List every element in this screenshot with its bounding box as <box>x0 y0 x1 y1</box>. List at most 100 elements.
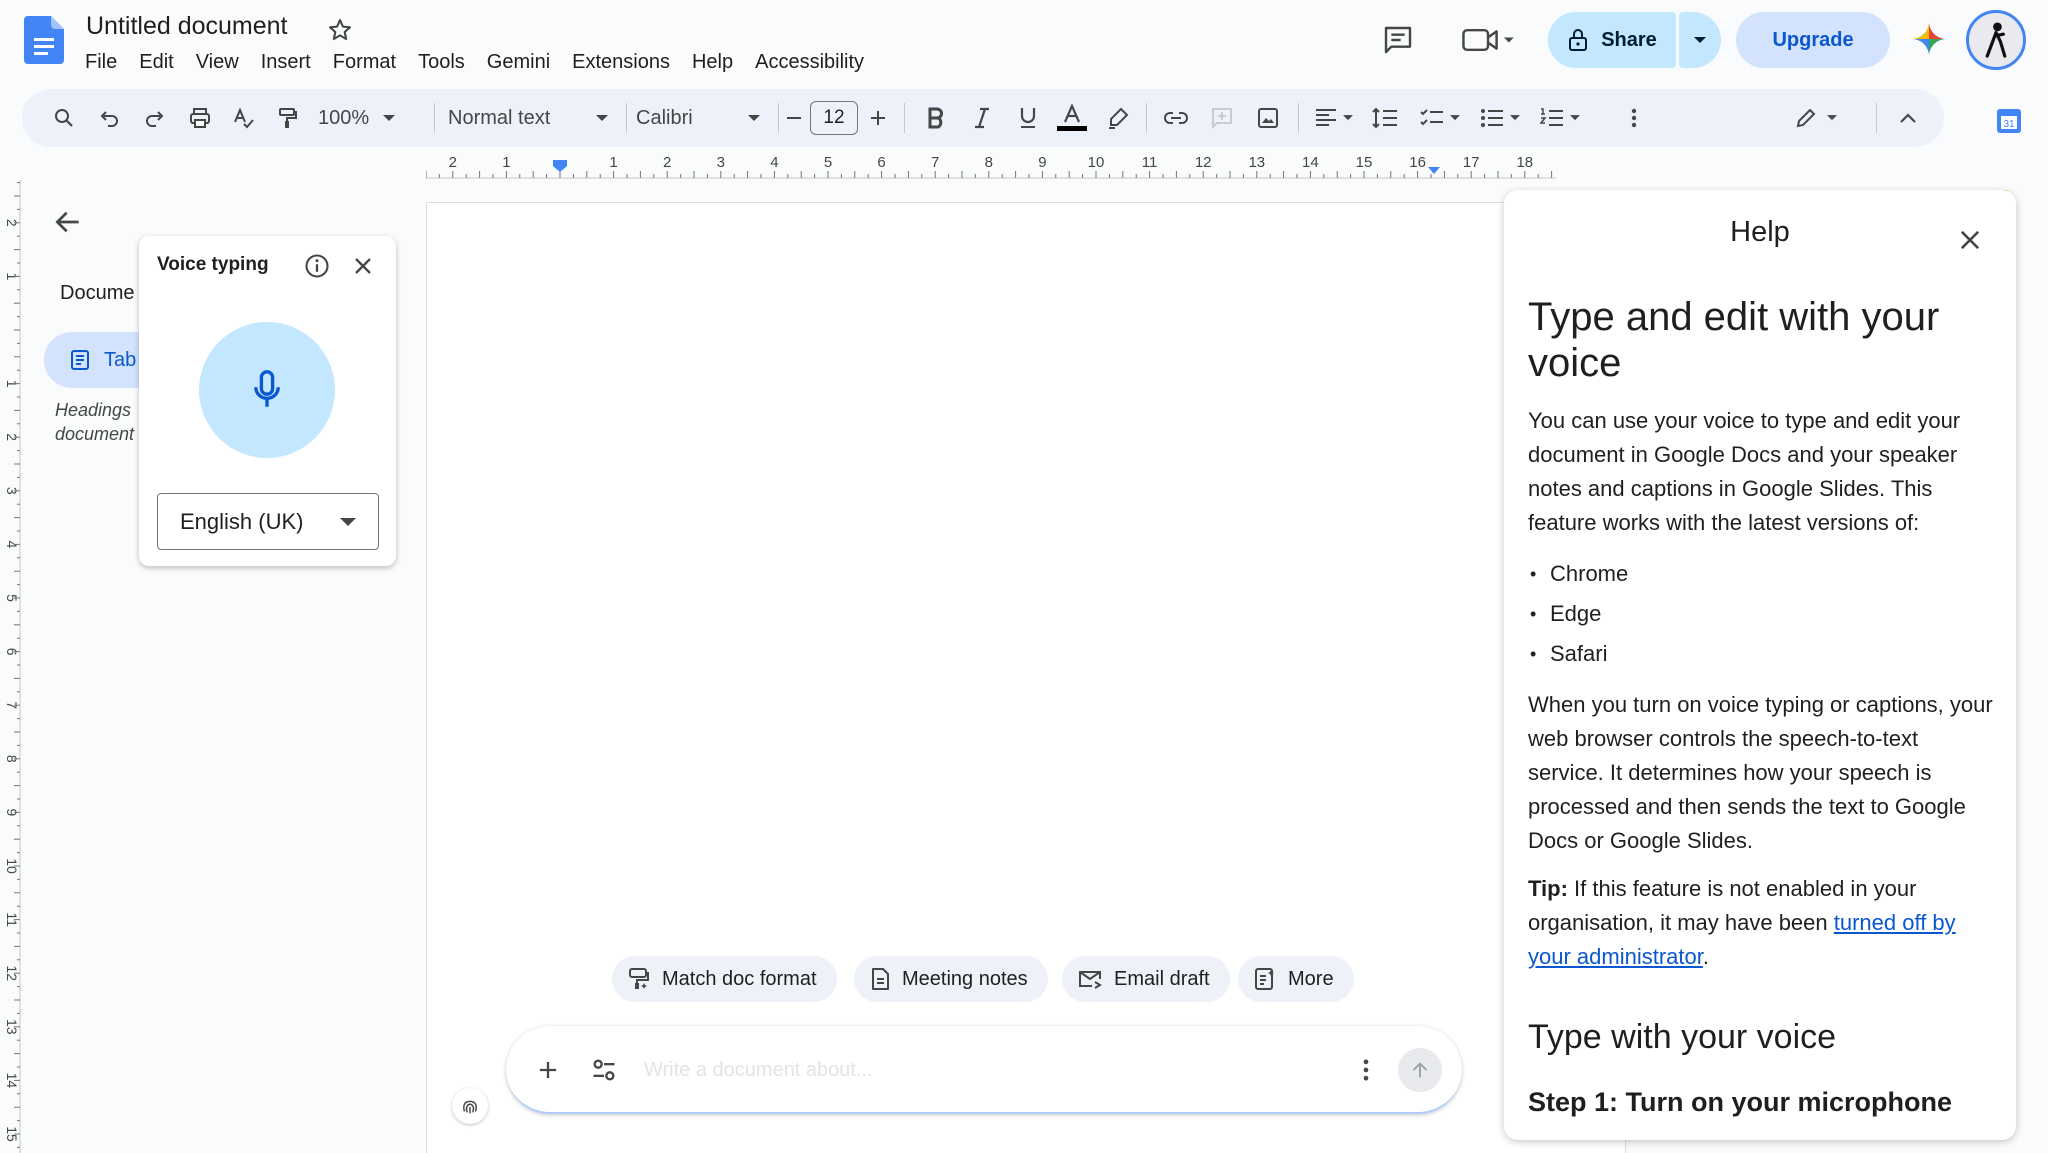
text-color-button[interactable] <box>1052 89 1092 147</box>
ruler-tick-label: 14 <box>1302 154 1319 171</box>
meet-button[interactable] <box>1456 20 1520 60</box>
italic-button[interactable] <box>964 89 1000 147</box>
chip-more[interactable]: More <box>1238 956 1354 1002</box>
help-step-heading: Step 1: Turn on your microphone <box>1528 1087 1953 1117</box>
line-spacing-button[interactable] <box>1366 89 1404 147</box>
menu-tools[interactable]: Tools <box>407 48 476 77</box>
star-icon[interactable] <box>326 16 354 44</box>
menu-file[interactable]: File <box>74 48 128 77</box>
chip-label: Email draft <box>1114 967 1210 990</box>
menu-edit[interactable]: Edit <box>128 48 184 77</box>
language-select[interactable]: English (UK) <box>157 493 379 550</box>
chip-email-draft[interactable]: Email draft <box>1062 956 1230 1002</box>
ruler-tick-label: 10 <box>1088 154 1105 171</box>
document-sparkle-icon <box>1255 968 1274 990</box>
format-match-icon <box>629 968 649 989</box>
caret-down-icon <box>1450 115 1460 121</box>
redo-button[interactable] <box>136 89 172 147</box>
info-icon[interactable] <box>303 252 331 280</box>
caret-down-icon <box>1827 115 1837 121</box>
undo-button[interactable] <box>92 89 128 147</box>
plus-icon <box>871 111 885 125</box>
close-icon[interactable] <box>1956 226 1984 254</box>
outline-tab-item[interactable]: Tab <box>44 332 154 388</box>
horizontal-ruler[interactable]: 2 1 1 2 3 4 5 6 7 8 9 10 11 12 13 14 15 16 17 18 <box>426 150 1556 180</box>
search-icon <box>55 109 73 127</box>
list-item: Edge <box>1528 594 1998 634</box>
menu-accessibility[interactable]: Accessibility <box>744 48 875 77</box>
tune-icon[interactable] <box>590 1056 618 1084</box>
gemini-icon[interactable] <box>1912 22 1946 56</box>
numbered-list-button[interactable] <box>1534 89 1586 147</box>
align-left-icon <box>1316 109 1336 126</box>
fingerprint-button[interactable] <box>452 1088 488 1124</box>
menu-extensions[interactable]: Extensions <box>561 48 681 77</box>
plus-icon[interactable] <box>534 1056 562 1084</box>
decrease-font-size-button[interactable] <box>778 89 810 147</box>
list-item: Safari <box>1528 634 1998 674</box>
line-spacing-icon <box>1372 107 1397 129</box>
underline-button[interactable] <box>1010 89 1046 147</box>
zoom-value: 100% <box>318 106 370 129</box>
link-icon <box>1164 112 1188 124</box>
close-icon[interactable] <box>349 252 377 280</box>
insert-link-button[interactable] <box>1156 89 1196 147</box>
document-title[interactable]: Untitled document <box>86 12 288 41</box>
account-avatar[interactable] <box>1966 10 2026 70</box>
back-arrow-icon[interactable] <box>52 206 84 238</box>
upgrade-button[interactable]: Upgrade <box>1736 12 1890 68</box>
share-dropdown-button[interactable] <box>1679 12 1721 68</box>
ruler-tick-label: 2 <box>663 154 671 171</box>
font-family-select[interactable]: Calibri <box>636 89 760 147</box>
align-button[interactable] <box>1308 89 1360 147</box>
browser-list: Chrome Edge Safari <box>1528 554 1998 674</box>
bold-button[interactable] <box>918 89 954 147</box>
chip-meeting-notes[interactable]: Meeting notes <box>854 956 1048 1002</box>
ruler-tick-label: 1 <box>502 154 510 171</box>
lock-icon <box>1569 29 1588 51</box>
print-button[interactable] <box>182 89 218 147</box>
menu-help[interactable]: Help <box>681 48 744 77</box>
menu-insert[interactable]: Insert <box>250 48 322 77</box>
left-indent-marker <box>553 160 567 172</box>
checklist-button[interactable] <box>1414 89 1466 147</box>
share-button[interactable]: Share <box>1548 12 1676 68</box>
font-size-input[interactable]: 12 <box>810 101 858 135</box>
menu-view[interactable]: View <box>185 48 250 77</box>
outline-title: Docume <box>60 282 135 304</box>
bulleted-list-button[interactable] <box>1474 89 1526 147</box>
ruler-tick-label: 7 <box>931 154 939 171</box>
more-toolbar-button[interactable] <box>1622 89 1646 147</box>
more-vertical-icon[interactable] <box>1352 1056 1380 1084</box>
search-menus-button[interactable] <box>46 89 82 147</box>
docs-logo-icon[interactable] <box>24 16 64 64</box>
menu-format[interactable]: Format <box>322 48 407 77</box>
paragraph-style-select[interactable]: Normal text <box>448 89 608 147</box>
paint-format-button[interactable] <box>270 89 306 147</box>
spellcheck-button[interactable] <box>226 89 262 147</box>
send-button[interactable] <box>1398 1048 1442 1092</box>
chip-match-doc-format[interactable]: Match doc format <box>612 956 837 1002</box>
document-page[interactable] <box>426 202 1626 1153</box>
help-content: Type and edit with your voice You can us… <box>1528 294 1998 1120</box>
help-panel-title: Help <box>1730 216 1790 248</box>
caret-down-icon <box>748 114 760 121</box>
ruler-tick-label: 11 <box>1142 154 1158 171</box>
calendar-icon[interactable]: 31 <box>1996 108 2022 134</box>
toolbar-divider <box>626 103 627 133</box>
help-panel: Help Type and edit with your voice You c… <box>1504 190 2016 1140</box>
zoom-select[interactable]: 100% <box>318 89 416 147</box>
editing-mode-button[interactable] <box>1788 89 1844 147</box>
menu-gemini[interactable]: Gemini <box>476 48 561 77</box>
hide-menus-button[interactable] <box>1890 89 1926 147</box>
gemini-prompt-input[interactable] <box>644 1048 1324 1092</box>
insert-image-button[interactable] <box>1248 89 1288 147</box>
add-comment-button[interactable] <box>1202 89 1242 147</box>
caret-down-icon <box>1343 115 1353 121</box>
comments-button[interactable] <box>1376 20 1420 60</box>
increase-font-size-button[interactable] <box>862 89 894 147</box>
highlight-color-button[interactable] <box>1100 89 1136 147</box>
microphone-button[interactable] <box>199 322 335 458</box>
vertical-ruler[interactable]: 21123456789101112131415 <box>0 180 22 1153</box>
fingerprint-icon <box>463 1100 477 1114</box>
